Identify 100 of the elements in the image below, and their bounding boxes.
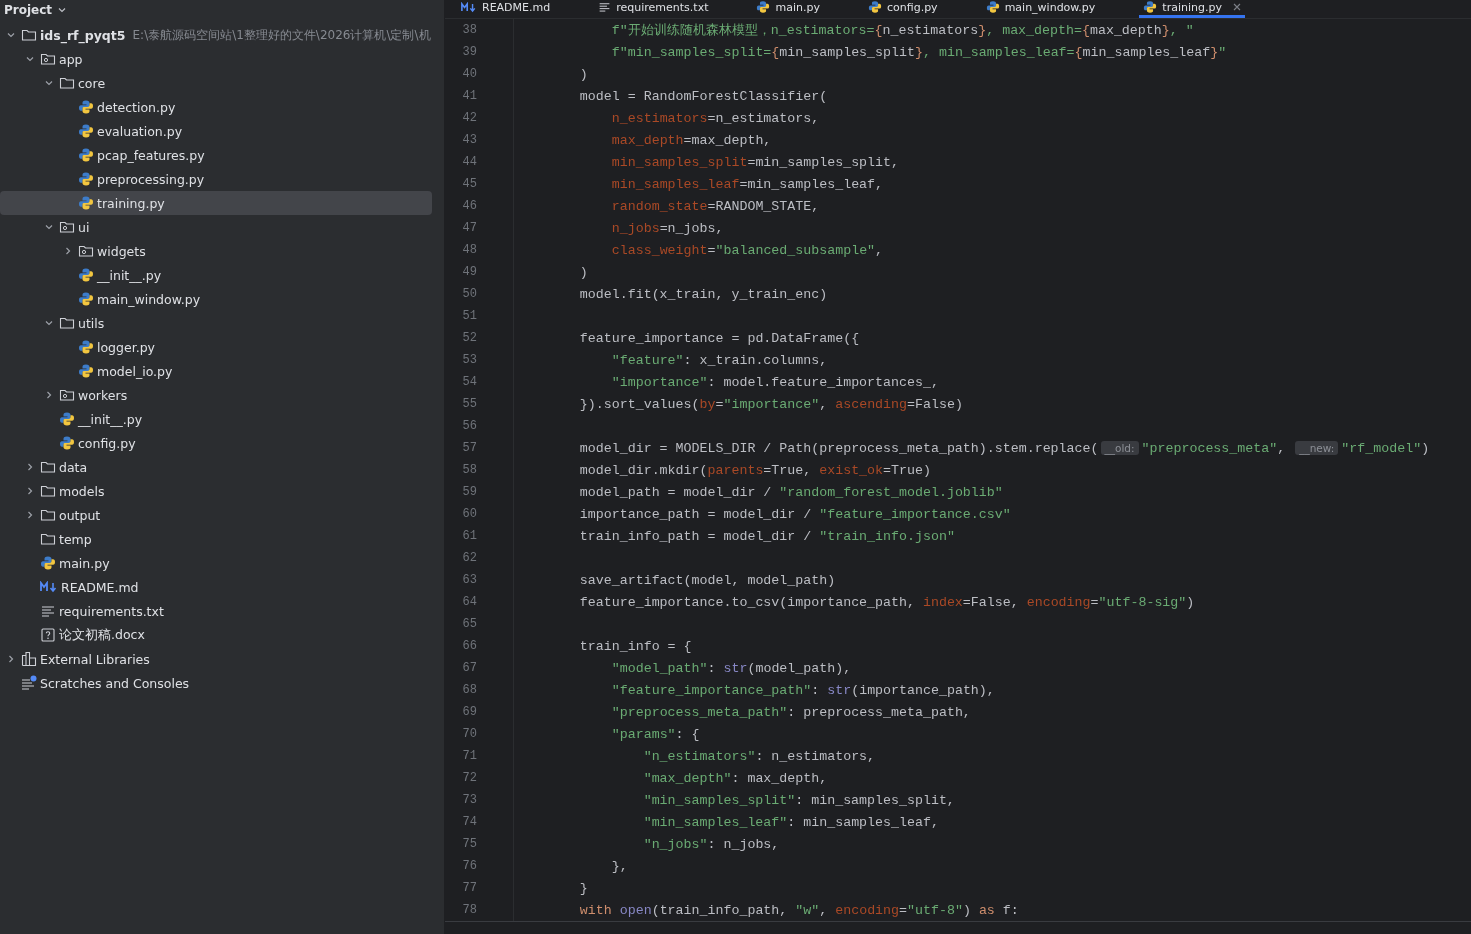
editor-tab[interactable]: main.py bbox=[752, 0, 824, 18]
tree-item[interactable]: output bbox=[0, 503, 432, 527]
inlay-hint: __new: bbox=[1295, 441, 1339, 455]
code-text: ) bbox=[579, 66, 588, 82]
folder-icon bbox=[59, 76, 75, 90]
python-file-icon bbox=[78, 171, 94, 187]
code-text: }, bbox=[611, 858, 628, 874]
chevron-icon[interactable] bbox=[25, 486, 35, 496]
chevron-icon[interactable] bbox=[44, 222, 54, 232]
line-number: 55 bbox=[461, 397, 477, 411]
tree-item[interactable]: __init__.py bbox=[0, 263, 432, 287]
tree-item[interactable]: app bbox=[0, 47, 432, 71]
editor-tab[interactable]: README.md bbox=[457, 0, 555, 18]
tree-item-label: 论文初稿.docx bbox=[59, 626, 145, 644]
tree-item[interactable]: model_io.py bbox=[0, 359, 432, 383]
line-number: 78 bbox=[461, 903, 477, 917]
chevron-icon[interactable] bbox=[6, 654, 16, 664]
python-file-icon bbox=[78, 363, 94, 379]
line-number: 42 bbox=[461, 111, 477, 125]
python-file-icon bbox=[78, 147, 94, 163]
editor-tab[interactable]: main_window.py bbox=[981, 0, 1100, 18]
python-file-icon bbox=[59, 411, 75, 427]
chevron-icon[interactable] bbox=[25, 462, 35, 472]
close-icon[interactable] bbox=[1232, 3, 1241, 11]
code-text: "n_estimators": n_estimators, bbox=[643, 748, 876, 764]
tree-item[interactable]: Scratches and Consoles bbox=[0, 671, 432, 695]
chevron-icon[interactable] bbox=[44, 390, 54, 400]
package-folder-icon bbox=[59, 388, 75, 402]
tree-item[interactable]: utils bbox=[0, 311, 432, 335]
code-text: with open(train_info_path, "w", encoding="utf-8") as f: bbox=[579, 902, 1019, 918]
line-number: 43 bbox=[461, 133, 477, 147]
tree-item[interactable]: logger.py bbox=[0, 335, 432, 359]
tree-item[interactable]: External Libraries bbox=[0, 647, 432, 671]
python-file-icon bbox=[78, 339, 94, 355]
code-text: n_estimators=n_estimators, bbox=[611, 110, 820, 126]
code-text: }).sort_values(by="importance", ascending=False) bbox=[579, 396, 963, 412]
text-file-icon bbox=[598, 1, 612, 13]
code-text: importance_path = model_dir / "feature_importance.csv" bbox=[579, 506, 1011, 522]
code-text: model.fit(x_train, y_train_enc) bbox=[579, 286, 828, 302]
tree-item-label: utils bbox=[78, 315, 105, 331]
line-number: 50 bbox=[461, 287, 477, 301]
line-number: 47 bbox=[461, 221, 477, 235]
tree-item[interactable]: temp bbox=[0, 527, 432, 551]
line-number: 48 bbox=[461, 243, 477, 257]
editor-tab[interactable]: training.py bbox=[1139, 0, 1245, 18]
code-text: } bbox=[579, 880, 588, 896]
tree-item-label: Scratches and Consoles bbox=[40, 675, 190, 691]
tree-item[interactable]: widgets bbox=[0, 239, 432, 263]
line-number: 62 bbox=[461, 551, 477, 565]
python-file-icon bbox=[59, 435, 75, 451]
editor-tab[interactable]: config.py bbox=[863, 0, 942, 18]
tree-item-label: output bbox=[59, 507, 101, 523]
tree-item[interactable]: main.py bbox=[0, 551, 432, 575]
tree-item[interactable]: evaluation.py bbox=[0, 119, 432, 143]
tree-item[interactable]: requirements.txt bbox=[0, 599, 432, 623]
tree-item-label: __init__.py bbox=[78, 411, 143, 427]
chevron-icon[interactable] bbox=[44, 318, 54, 328]
tree-item[interactable]: 论文初稿.docx bbox=[0, 623, 432, 647]
tree-item-label: evaluation.py bbox=[97, 123, 183, 139]
chevron-icon[interactable] bbox=[25, 510, 35, 520]
python-file-icon bbox=[1143, 0, 1158, 14]
tree-item[interactable]: data bbox=[0, 455, 432, 479]
folder-icon bbox=[40, 508, 56, 522]
tree-item[interactable]: preprocessing.py bbox=[0, 167, 432, 191]
tree-item[interactable]: README.md bbox=[0, 575, 432, 599]
editor-tab[interactable]: requirements.txt bbox=[594, 0, 713, 18]
chevron-icon[interactable] bbox=[44, 78, 54, 88]
python-file-icon bbox=[78, 291, 94, 307]
line-number: 68 bbox=[461, 683, 477, 697]
code-text: min_samples_leaf=min_samples_leaf, bbox=[611, 176, 884, 192]
markdown-icon bbox=[461, 1, 477, 13]
project-path: E:\泰航源码空间站\1整理好的文件\2026计算机\定制\机 bbox=[132, 26, 431, 44]
tree-item[interactable]: training.py bbox=[0, 191, 432, 215]
caret-icon[interactable] bbox=[58, 7, 67, 13]
tree-item[interactable]: core bbox=[0, 71, 432, 95]
tree-item[interactable]: workers bbox=[0, 383, 432, 407]
code-text: feature_importance.to_csv(importance_path, index=False, encoding="utf-8-sig") bbox=[579, 594, 1195, 610]
tree-item[interactable]: ui bbox=[0, 215, 432, 239]
chevron-icon[interactable] bbox=[25, 54, 35, 64]
chevron-icon[interactable] bbox=[63, 246, 73, 256]
code-text: "importance": model.feature_importances_, bbox=[611, 374, 939, 390]
tree-item-label: logger.py bbox=[97, 339, 155, 355]
tree-item[interactable]: ids_rf_pyqt5 E:\泰航源码空间站\1整理好的文件\2026计算机\定制\机 bbox=[0, 23, 432, 47]
code-text: "feature": x_train.columns, bbox=[611, 352, 828, 368]
tree-item-label: __init__.py bbox=[97, 267, 162, 283]
panel-title: Project bbox=[4, 3, 53, 17]
code-text: max_depth=max_depth, bbox=[611, 132, 772, 148]
line-number: 75 bbox=[461, 837, 477, 851]
tree-item[interactable]: main_window.py bbox=[0, 287, 432, 311]
tree-item-label: model_io.py bbox=[97, 363, 173, 379]
chevron-icon[interactable] bbox=[6, 30, 16, 40]
code-text: f"开始训练随机森林模型，n_estimators={n_estimators}, max_depth={max_depth}, " bbox=[611, 22, 1194, 39]
tree-item-label: ui bbox=[78, 219, 90, 235]
tree-item[interactable]: __init__.py bbox=[0, 407, 432, 431]
tree-item[interactable]: models bbox=[0, 479, 432, 503]
tree-item[interactable]: pcap_features.py bbox=[0, 143, 432, 167]
tree-item[interactable]: detection.py bbox=[0, 95, 432, 119]
line-number: 40 bbox=[461, 67, 477, 81]
line-number: 59 bbox=[461, 485, 477, 499]
tree-item[interactable]: config.py bbox=[0, 431, 432, 455]
